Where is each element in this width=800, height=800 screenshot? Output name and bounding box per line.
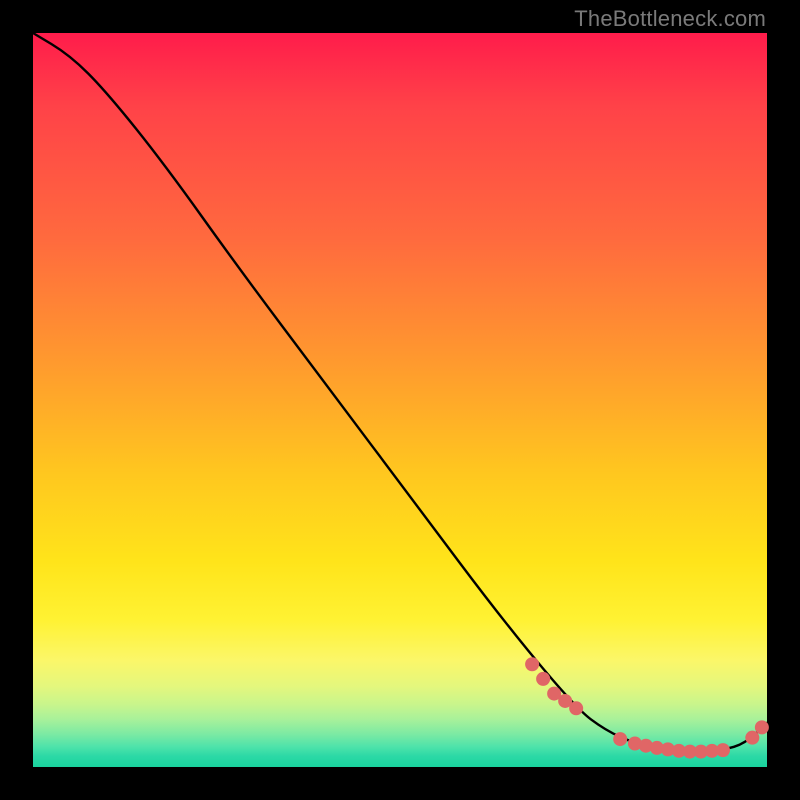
data-point: [613, 732, 627, 746]
watermark-text: TheBottleneck.com: [574, 6, 766, 32]
data-point: [755, 720, 769, 734]
plot-area: [33, 33, 767, 767]
chart-frame: TheBottleneck.com: [0, 0, 800, 800]
chart-svg: [33, 33, 767, 767]
data-point: [525, 657, 539, 671]
data-markers: [525, 657, 769, 758]
data-point: [745, 731, 759, 745]
data-point: [569, 701, 583, 715]
data-point: [536, 672, 550, 686]
data-point: [716, 743, 730, 757]
curve-line: [33, 33, 767, 751]
